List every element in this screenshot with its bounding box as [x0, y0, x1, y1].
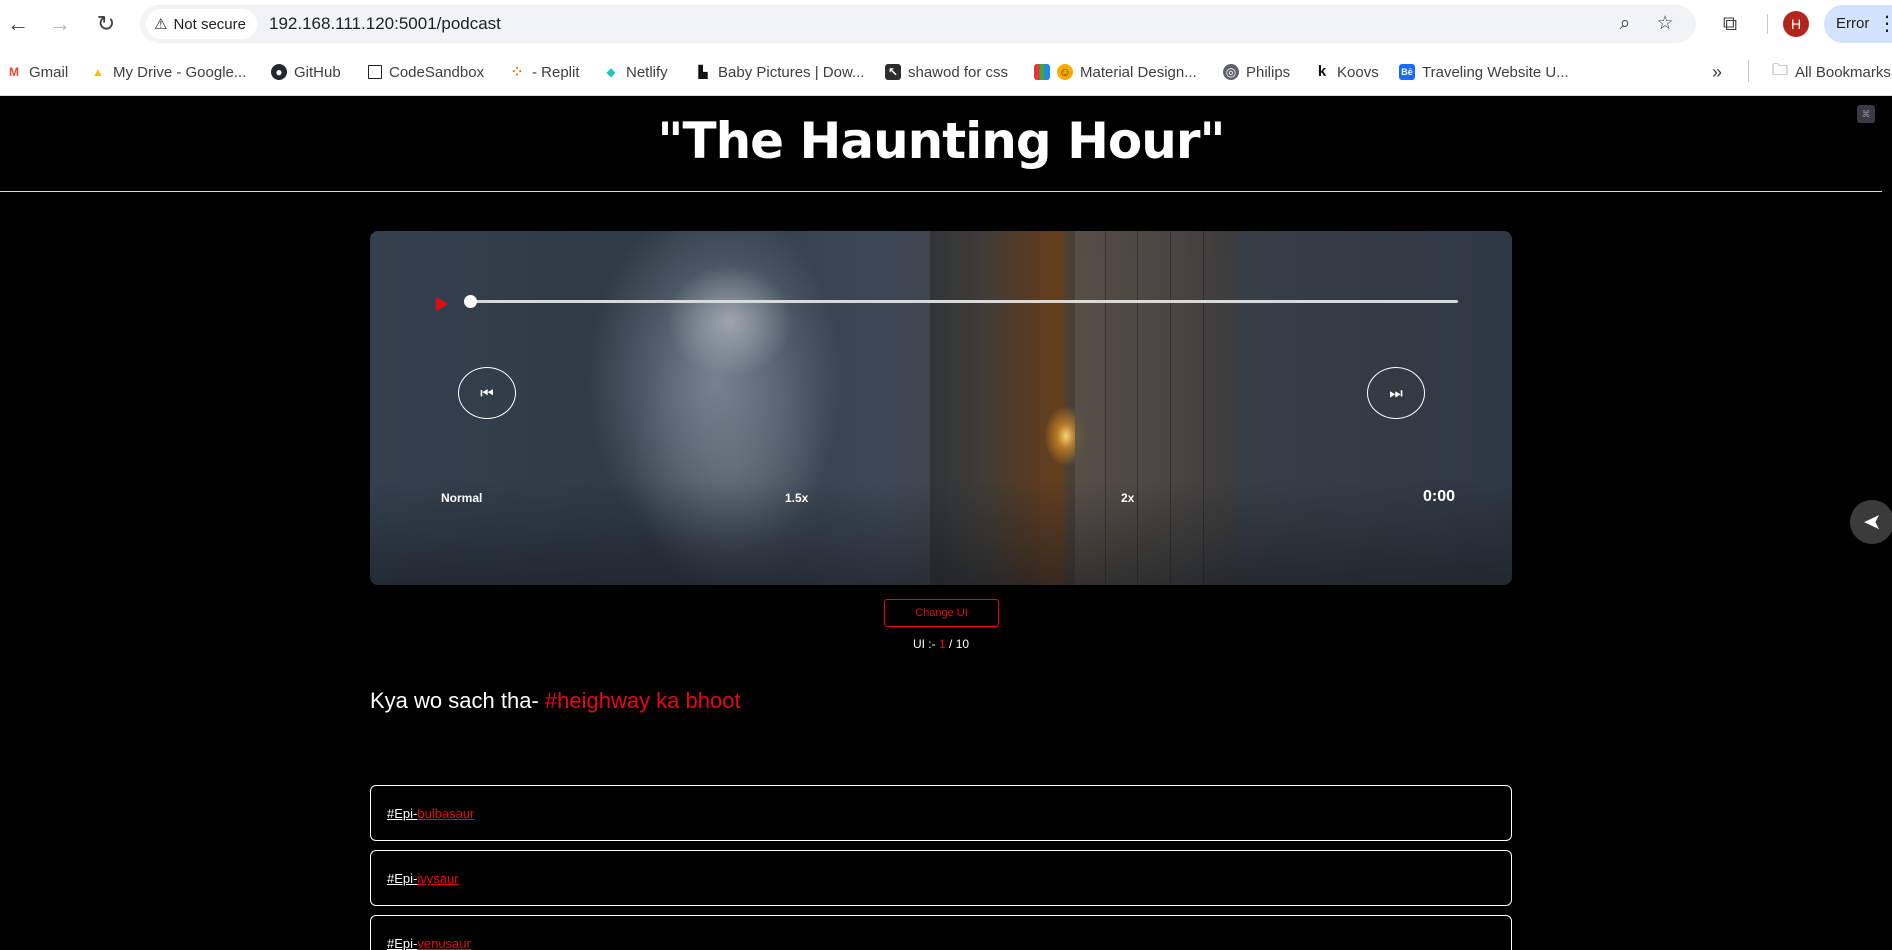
netlify-icon: ◆ [603, 64, 619, 80]
episode-link[interactable]: #Epi-venusaur [387, 936, 471, 950]
cursor-icon: ↖ [885, 64, 901, 80]
episode-row[interactable]: #Epi-venusaur [370, 915, 1512, 950]
bookmark-philips[interactable]: ◎ Philips [1223, 60, 1290, 84]
bookmark-label: CodeSandbox [389, 63, 485, 81]
material-design-icon [1034, 64, 1050, 80]
next-track-button[interactable]: ⏭ [1367, 367, 1425, 419]
episode-prefix: #Epi- [387, 806, 418, 821]
progress-track[interactable] [470, 300, 1458, 303]
skip-previous-icon: ⏮ [480, 384, 494, 402]
bookmark-star-icon[interactable]: ☆ [1652, 11, 1678, 37]
bookmark-label: Traveling Website U... [1422, 63, 1569, 81]
back-arrow-icon[interactable]: ← [4, 10, 32, 38]
behance-icon: Bē [1399, 64, 1415, 80]
bookmark-label: - Replit [532, 63, 580, 81]
globe-icon: ◎ [1223, 64, 1239, 80]
bookmark-label: GitHub [294, 63, 341, 81]
forward-arrow-icon[interactable]: → [46, 10, 74, 38]
play-icon[interactable] [436, 297, 448, 311]
bookmark-label: Netlify [626, 63, 668, 81]
browser-toolbar: ← → ↻ ⚠ Not secure 192.168.111.120:5001/… [0, 0, 1892, 48]
folder-icon: 🗀 [1772, 61, 1789, 79]
koovs-icon: k [1314, 64, 1330, 80]
bookmark-netlify[interactable]: ◆ Netlify [603, 60, 668, 84]
bookmark-label: Baby Pictures | Dow... [718, 63, 865, 81]
reload-icon[interactable]: ↻ [92, 10, 120, 38]
episode-prefix: #Epi- [387, 936, 418, 950]
url-text[interactable]: 192.168.111.120:5001/podcast [269, 14, 501, 34]
zoom-search-icon[interactable]: ⌕ [1612, 11, 1638, 37]
ui-counter-current: 1 [938, 637, 946, 651]
current-time: 0:00 [1423, 488, 1456, 505]
title-divider [0, 191, 1882, 192]
ui-counter-prefix: UI :- [912, 637, 936, 651]
more-menu-icon[interactable]: ⋮ [1877, 10, 1892, 38]
warning-triangle-icon: ⚠ [154, 16, 168, 33]
toolbar-divider [1767, 14, 1768, 34]
ui-counter: UI :- 1 / 10 [0, 637, 1882, 651]
replit-icon: ⁘ [509, 64, 525, 80]
send-arrow-icon: ➤ [1862, 509, 1882, 534]
episode-prefix: #Epi- [387, 871, 418, 886]
episode-row[interactable]: #Epi-bulbasaur [370, 785, 1512, 841]
page-title: "The Haunting Hour" [657, 112, 1225, 170]
episode-heading: Kya wo sach tha- #heighway ka bhoot [370, 688, 741, 714]
bookmark-my-drive[interactable]: ▲ My Drive - Google... [90, 60, 246, 84]
bookmark-github[interactable]: ● GitHub [271, 60, 341, 84]
ui-counter-separator: / [949, 637, 953, 651]
episode-name: bulbasaur [417, 806, 475, 821]
codesandbox-icon [368, 65, 382, 79]
gmail-icon: M [6, 64, 22, 80]
speed-normal-button[interactable]: Normal [441, 491, 482, 505]
profile-avatar[interactable]: H [1783, 11, 1809, 37]
bookmark-koovs[interactable]: k Koovs [1314, 60, 1379, 84]
episode-link[interactable]: #Epi-bulbasaur [387, 806, 474, 821]
bookmark-material-design[interactable]: ☺ Material Design... [1034, 60, 1197, 84]
bookmark-label: Philips [1246, 63, 1291, 81]
all-bookmarks-folder[interactable]: 🗀 All Bookmarks [1772, 60, 1891, 84]
progress-thumb[interactable] [464, 295, 477, 308]
bookmark-replit[interactable]: ⁘ - Replit [509, 60, 580, 84]
bookmark-label: My Drive - Google... [113, 63, 247, 81]
change-ui-button[interactable]: Change UI [884, 599, 999, 627]
unsplash-icon: ▙ [695, 64, 711, 80]
speed-2x-button[interactable]: 2x [1121, 491, 1134, 505]
skip-next-icon: ⏭ [1389, 384, 1403, 402]
security-label: Not secure [173, 15, 246, 33]
all-bookmarks-label: All Bookmarks [1795, 63, 1891, 81]
episode-heading-tag: #heighway ka bhoot [544, 688, 741, 713]
security-chip[interactable]: ⚠ Not secure [146, 9, 257, 39]
google-drive-icon: ▲ [90, 64, 106, 80]
episode-name: ivysaur [417, 871, 459, 886]
episode-link[interactable]: #Epi-ivysaur [387, 871, 459, 886]
bookmark-baby-pictures[interactable]: ▙ Baby Pictures | Dow... [695, 60, 864, 84]
side-panel-toggle-button[interactable]: ➤ [1850, 500, 1892, 544]
address-bar[interactable]: ⚠ Not secure 192.168.111.120:5001/podcas… [140, 5, 1696, 43]
bookmark-traveling-website[interactable]: Bē Traveling Website U... [1399, 60, 1569, 84]
episode-heading-text: Kya wo sach tha- [370, 688, 539, 713]
speed-1-5x-button[interactable]: 1.5x [785, 491, 808, 505]
bookmark-gmail[interactable]: M Gmail [6, 60, 68, 84]
episode-row[interactable]: #Epi-ivysaur [370, 850, 1512, 906]
audio-player: ⏮ ⏭ Normal 1.5x 2x 0:00 [370, 231, 1512, 585]
bookmark-shawod-for-css[interactable]: ↖ shawod for css [885, 60, 1008, 84]
bookmarks-divider [1748, 60, 1749, 82]
podcast-page: ⌘ "The Haunting Hour" ⏮ ⏭ Normal 1.5x 2x… [0, 96, 1892, 950]
bookmarks-bar: M Gmail ▲ My Drive - Google... ● GitHub … [0, 48, 1892, 96]
bookmark-label: Gmail [29, 63, 69, 81]
bookmark-label: Material Design... [1080, 63, 1197, 81]
bookmark-label: shawod for css [908, 63, 1009, 81]
cover-art-ground [370, 481, 1512, 585]
bookmark-codesandbox[interactable]: CodeSandbox [368, 60, 484, 84]
episode-name: venusaur [417, 936, 471, 950]
previous-track-button[interactable]: ⏮ [458, 367, 516, 419]
github-icon: ● [271, 64, 287, 80]
ui-counter-total: 10 [955, 637, 970, 651]
extensions-puzzle-icon[interactable]: ⧉ [1715, 9, 1745, 39]
more-bookmarks-chevron-icon[interactable]: » [1712, 60, 1722, 84]
error-label: Error [1836, 15, 1870, 32]
bookmark-label: Koovs [1337, 63, 1379, 81]
palette-icon: ☺ [1057, 64, 1073, 80]
